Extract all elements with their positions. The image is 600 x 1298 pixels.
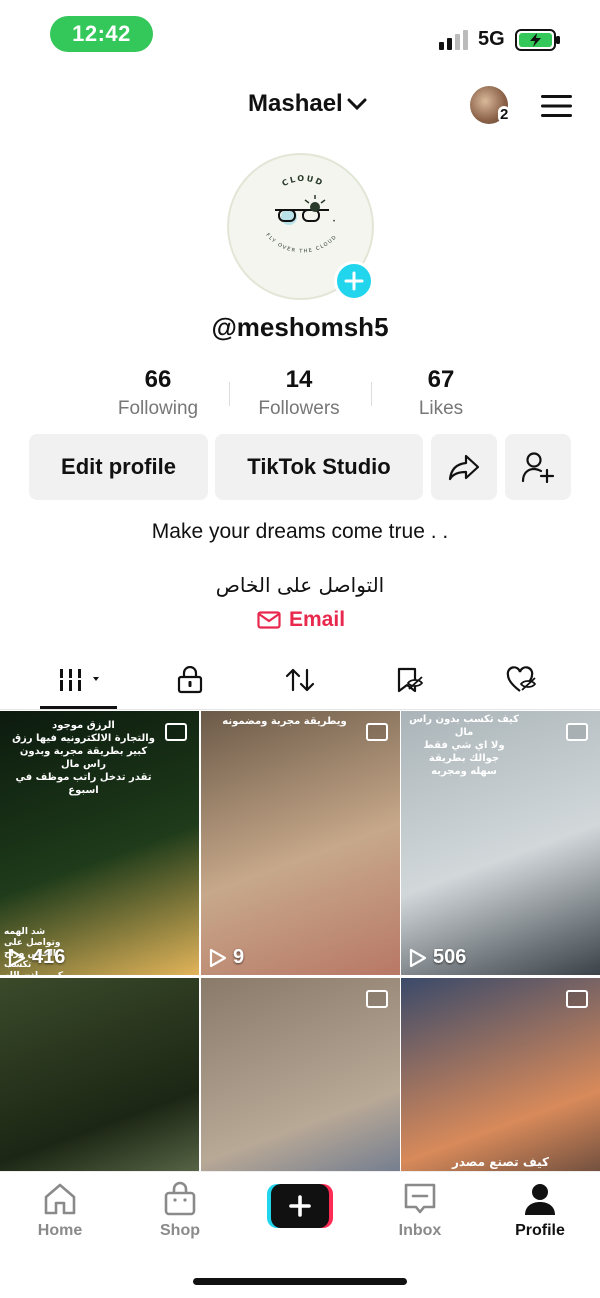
repost-icon [285, 668, 315, 692]
nav-profile-label: Profile [515, 1222, 565, 1239]
view-count: 9 [209, 946, 244, 969]
status-time: 12:42 [50, 16, 153, 52]
stat-following[interactable]: 66 Following [88, 366, 228, 420]
photo-post-icon [366, 723, 388, 741]
view-count: 416 [8, 946, 65, 969]
play-outline-icon [8, 948, 26, 967]
lock-icon [177, 666, 203, 694]
followers-label: Followers [258, 398, 340, 419]
tiktok-studio-button[interactable]: TikTok Studio [215, 434, 423, 500]
likes-count: 67 [427, 366, 455, 393]
photo-post-icon [566, 723, 588, 741]
view-count-value: 416 [32, 946, 66, 968]
tile-caption: كيف تكسب بدون راس مال ولا اي شي فقط جوال… [409, 714, 519, 777]
status-bar: 12:42 5G [0, 0, 600, 70]
profile-icon [525, 1184, 555, 1215]
tile-caption: ويطريقة مجربة ومضمونه [222, 716, 347, 727]
tab-liked[interactable] [492, 662, 552, 698]
video-grid: الرزق موجود والتجارة الالكترونيه فيها رز… [0, 711, 600, 1171]
bottom-navigation: Home Shop Inbox Profile [0, 1171, 600, 1298]
view-count: 506 [409, 946, 466, 969]
tab-favorites[interactable] [380, 662, 440, 698]
tile-thumbnail [0, 978, 199, 1171]
photo-post-icon [165, 723, 187, 741]
grid-tile[interactable]: كيف تكسب بدون راس مال ولا اي شي فقط جوال… [401, 711, 600, 975]
nav-shop-label: Shop [160, 1222, 200, 1239]
grid-tile[interactable]: الرزق موجود والتجارة الالكترونيه فيها رز… [0, 711, 199, 975]
signal-icon [439, 30, 468, 50]
nav-profile[interactable]: Profile [490, 1180, 590, 1240]
likes-label: Likes [418, 398, 464, 419]
username-label: Mashael [248, 90, 343, 117]
tab-reposts[interactable] [270, 662, 330, 698]
view-count-value: 506 [433, 946, 467, 968]
tab-videos[interactable] [48, 662, 108, 698]
inbox-icon [404, 1183, 436, 1214]
active-tab-indicator [40, 706, 117, 709]
tile-thumbnail [201, 711, 400, 975]
heart-hidden-icon [506, 666, 537, 692]
grid-tile[interactable] [201, 978, 400, 1171]
svg-text:•: • [333, 219, 335, 225]
video-grid-icon [60, 669, 99, 691]
grid-tile[interactable] [0, 978, 199, 1171]
network-type: 5G [478, 28, 505, 50]
nav-inbox-label: Inbox [398, 1222, 442, 1239]
email-label: Email [289, 608, 346, 631]
followers-count: 14 [285, 366, 313, 393]
plus-icon [344, 271, 364, 291]
profile-handle: @meshomsh5 [211, 312, 389, 342]
add-user-icon [521, 452, 555, 483]
nav-home-label: Home [37, 1222, 83, 1239]
home-indicator [193, 1278, 407, 1285]
bookmark-hidden-icon [397, 667, 424, 693]
profile-stats: 66 Following 14 Followers 67 Likes [0, 366, 600, 426]
battery-icon [515, 29, 560, 51]
grid-tile[interactable]: ويطريقة مجربة ومضمونه 9 [201, 711, 400, 975]
edit-profile-button[interactable]: Edit profile [29, 434, 208, 500]
share-arrow-icon [448, 454, 480, 481]
account-switcher[interactable]: Mashael [248, 90, 367, 118]
photo-post-icon [566, 990, 588, 1008]
share-profile-button[interactable] [431, 434, 497, 500]
tile-caption: الرزق موجود والتجارة الالكترونيه فيها رز… [12, 720, 155, 796]
profile-bio-arabic: التواصل على الخاص [215, 573, 385, 597]
play-outline-icon [409, 948, 427, 967]
following-count: 66 [144, 366, 172, 393]
notification-count: 2 [498, 106, 511, 123]
view-count-value: 9 [233, 946, 245, 968]
profile-bio: Make your dreams come true . . [151, 520, 449, 543]
following-label: Following [117, 398, 199, 419]
shop-bag-icon [164, 1181, 196, 1216]
mail-icon [257, 611, 281, 629]
svg-text:FLY OVER THE CLOUD: FLY OVER THE CLOUD [264, 232, 338, 254]
add-photo-button[interactable] [334, 261, 374, 301]
play-outline-icon [209, 948, 227, 967]
stat-likes[interactable]: 67 Likes [371, 366, 511, 420]
nav-shop[interactable]: Shop [130, 1180, 230, 1240]
tab-private[interactable] [160, 662, 220, 698]
svg-text:CLOUD: CLOUD [281, 174, 326, 188]
nav-home[interactable]: Home [10, 1180, 110, 1240]
photo-post-icon [366, 990, 388, 1008]
chevron-down-icon [347, 98, 367, 111]
email-link[interactable]: Email [257, 608, 345, 632]
stat-followers[interactable]: 14 Followers [229, 366, 369, 420]
profile-header: Mashael 2 [0, 80, 600, 130]
add-friends-button[interactable] [505, 434, 571, 500]
grid-tile[interactable]: كيف تصنع مصدر [401, 978, 600, 1171]
content-tabs [0, 650, 600, 710]
hamburger-menu-icon[interactable] [541, 94, 572, 118]
home-icon [44, 1183, 76, 1215]
create-plus-icon[interactable] [267, 1184, 333, 1228]
tile-caption: كيف تصنع مصدر [451, 1155, 550, 1169]
nav-inbox[interactable]: Inbox [370, 1180, 470, 1240]
